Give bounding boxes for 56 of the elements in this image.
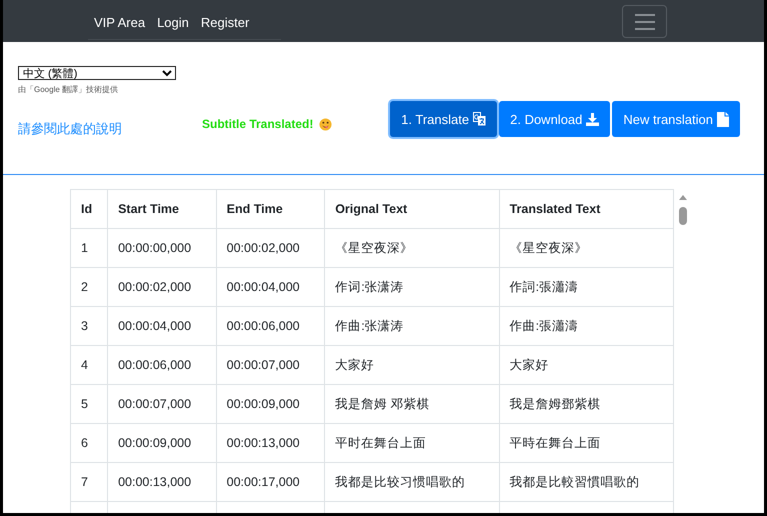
table-cell: 00:00:04,000 bbox=[108, 306, 216, 346]
scrollbar[interactable] bbox=[678, 193, 688, 227]
table-cell: 00:00:00,000 bbox=[108, 228, 216, 268]
action-button[interactable]: New translation bbox=[612, 101, 740, 137]
table-cell: 7 bbox=[70, 462, 108, 502]
nav-link[interactable]: Login bbox=[151, 14, 195, 30]
language-select[interactable]: 中文 (繁體) bbox=[18, 66, 176, 80]
table-cell: 2 bbox=[70, 268, 108, 306]
translate-icon bbox=[473, 112, 486, 126]
download-icon bbox=[586, 112, 600, 126]
table-cell: 作曲:張瀟濤 bbox=[499, 306, 674, 346]
table-cell: 00:00:02,000 bbox=[216, 228, 325, 268]
column-header: Translated Text bbox=[499, 190, 674, 228]
table-cell: 00:00:07,000 bbox=[216, 346, 325, 384]
table-cell: 大家好 bbox=[499, 346, 674, 384]
table-cell: 《星空夜深》 bbox=[499, 228, 674, 268]
table-cell: 平时在舞台上面 bbox=[324, 424, 500, 462]
table-cell: 作曲:张潇涛 bbox=[324, 306, 500, 346]
table-cell: 我是詹姆鄧紫棋 bbox=[499, 384, 674, 424]
table-cell: 我都是比較習慣唱歌的 bbox=[499, 462, 674, 502]
table-cell: 00:00:09,000 bbox=[216, 384, 325, 424]
table-cell: 00:00:06,000 bbox=[108, 346, 216, 384]
column-header: End Time bbox=[216, 190, 325, 228]
table-cell: 00:00:13,000 bbox=[216, 424, 325, 462]
table-cell: 00:00:09,000 bbox=[108, 424, 216, 462]
table-cell: 00:00:17,000 bbox=[216, 462, 325, 502]
nav-link[interactable]: VIP Area bbox=[88, 14, 152, 30]
table-cell: 00:00:02,000 bbox=[108, 268, 216, 306]
menu-icon bbox=[634, 12, 656, 30]
table-cell: 3 bbox=[70, 306, 108, 346]
table-cell: 00:00:07,000 bbox=[108, 384, 216, 424]
table-cell: 平時在舞台上面 bbox=[499, 424, 674, 462]
attribution-text: 由「Google 翻譯」技術提供 bbox=[18, 84, 120, 95]
table-cell: 作詞:張瀟濤 bbox=[499, 268, 674, 306]
table-cell: 00:00:13,000 bbox=[108, 462, 216, 502]
column-header: Orignal Text bbox=[324, 190, 500, 228]
action-button[interactable]: 2. Download bbox=[499, 101, 610, 137]
table-cell: 00:00:04,000 bbox=[216, 268, 325, 306]
table-cell: 《星空夜深》 bbox=[324, 228, 500, 268]
table-cell: 1 bbox=[70, 228, 108, 268]
status-message: Subtitle Translated! bbox=[202, 117, 314, 131]
table-cell: 5 bbox=[70, 384, 108, 424]
table-cell: 大家好 bbox=[324, 346, 500, 384]
menu-button[interactable] bbox=[622, 5, 667, 38]
column-header: Start Time bbox=[108, 190, 216, 228]
nav-link[interactable]: Register bbox=[194, 14, 256, 30]
column-header: Id bbox=[70, 190, 108, 228]
table-cell: 我都是比较习惯唱歌的 bbox=[324, 462, 500, 502]
table-cell: 我是詹姆 邓紫棋 bbox=[324, 384, 500, 424]
file-icon bbox=[717, 112, 729, 126]
table-cell: 6 bbox=[70, 424, 108, 462]
smiley-icon bbox=[319, 118, 332, 130]
table-cell: 00:00:06,000 bbox=[216, 306, 325, 346]
table-cell: 4 bbox=[70, 346, 108, 384]
action-button[interactable]: 1. Translate bbox=[390, 101, 498, 137]
table-cell: 作词:张潇涛 bbox=[324, 268, 500, 306]
